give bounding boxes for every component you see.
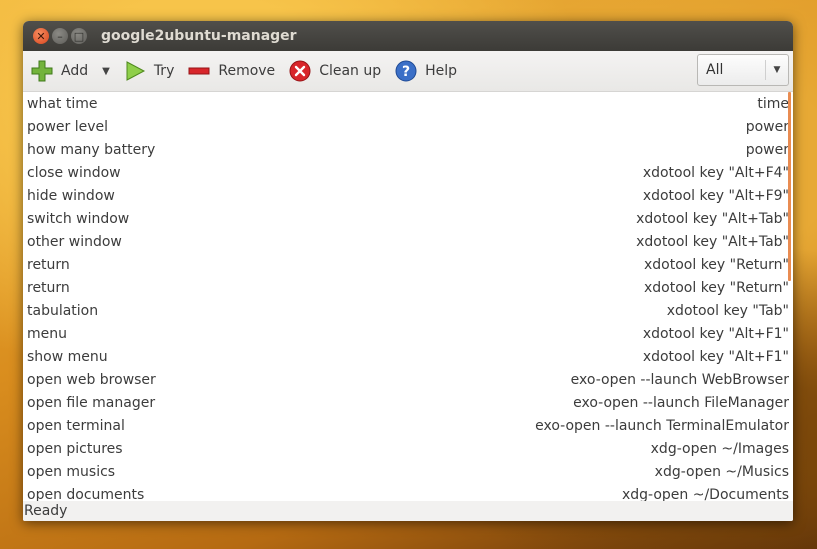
table-row[interactable]: open documents xdg-open ~/Documents: [23, 483, 793, 502]
command-action: xdg-open ~/Documents: [621, 486, 789, 502]
minimize-window-button[interactable]: –: [52, 28, 68, 44]
command-action: exo-open --launch TerminalEmulator: [535, 417, 789, 434]
table-row[interactable]: open terminal exo-open --launch TerminalE…: [23, 414, 793, 437]
table-row[interactable]: other window xdotool key "Alt+Tab": [23, 230, 793, 253]
table-row[interactable]: menu xdotool key "Alt+F1": [23, 322, 793, 345]
command-phrase: close window: [27, 164, 121, 181]
filter-select-value: All: [706, 62, 724, 78]
command-phrase: hide window: [27, 187, 115, 204]
minimize-icon: –: [57, 29, 63, 43]
remove-button[interactable]: Remove: [188, 60, 275, 82]
plus-icon: [31, 60, 53, 82]
command-action: xdotool key "Alt+F1": [642, 325, 789, 342]
cleanup-button[interactable]: Clean up: [289, 60, 381, 82]
command-action: xdg-open ~/Images: [650, 440, 789, 457]
table-row[interactable]: how many battery power: [23, 138, 793, 161]
table-row[interactable]: return xdotool key "Return": [23, 253, 793, 276]
command-phrase: power level: [27, 118, 109, 135]
command-action: xdotool key "Alt+F4": [642, 164, 789, 181]
close-icon: ✕: [36, 29, 46, 43]
command-phrase: open pictures: [27, 440, 123, 457]
status-bar: Ready: [23, 501, 793, 521]
svg-text:?: ?: [402, 64, 410, 80]
command-phrase: open web browser: [27, 371, 156, 388]
command-phrase: open documents: [27, 486, 145, 502]
command-phrase: show menu: [27, 348, 108, 365]
help-button-label: Help: [425, 63, 458, 79]
command-phrase: switch window: [27, 210, 130, 227]
command-phrase: open musics: [27, 463, 116, 480]
clear-icon: [289, 60, 311, 82]
window-title: google2ubuntu-manager: [101, 28, 297, 44]
command-phrase: tabulation: [27, 302, 99, 319]
play-icon: [126, 61, 145, 81]
scrollbar[interactable]: [788, 92, 791, 281]
chevron-down-icon: ▼: [773, 65, 781, 75]
command-action: xdotool key "Alt+F9": [642, 187, 789, 204]
command-phrase: what time: [27, 95, 98, 112]
command-phrase: return: [27, 256, 70, 273]
command-phrase: return: [27, 279, 70, 296]
window-controls: ✕ – □: [33, 28, 87, 44]
add-button-label: Add: [61, 63, 89, 79]
command-phrase: open file manager: [27, 394, 156, 411]
table-row[interactable]: return xdotool key "Return": [23, 276, 793, 299]
try-button[interactable]: Try: [124, 60, 175, 82]
command-phrase: other window: [27, 233, 122, 250]
command-action: xdotool key "Alt+Tab": [636, 210, 789, 227]
command-action: xdotool key "Alt+Tab": [636, 233, 789, 250]
command-action: exo-open --launch FileManager: [573, 394, 789, 411]
table-row[interactable]: open web browser exo-open --launch WebBro…: [23, 368, 793, 391]
table-row[interactable]: open musics xdg-open ~/Musics: [23, 460, 793, 483]
command-action: xdotool key "Alt+F1": [642, 348, 789, 365]
command-phrase: menu: [27, 325, 67, 342]
table-row[interactable]: show menu xdotool key "Alt+F1": [23, 345, 793, 368]
command-action: exo-open --launch WebBrowser: [570, 371, 789, 388]
app-window: ✕ – □ google2ubuntu-manager Add ▼ Try Re…: [23, 21, 793, 521]
maximize-icon: □: [73, 29, 85, 43]
toolbar: Add ▼ Try Remove Clean up ? Help: [23, 51, 793, 92]
table-row[interactable]: close window xdotool key "Alt+F4": [23, 161, 793, 184]
close-window-button[interactable]: ✕: [33, 28, 49, 44]
command-action: xdotool key "Tab": [666, 302, 789, 319]
command-action: xdotool key "Return": [644, 256, 789, 273]
command-list: what time time power level power how many ba…: [23, 92, 793, 501]
filter-select[interactable]: All ▼: [697, 54, 789, 86]
command-action: xdg-open ~/Musics: [654, 463, 789, 480]
add-button[interactable]: Add ▼: [31, 60, 110, 82]
minus-icon: [188, 67, 210, 75]
command-phrase: open terminal: [27, 417, 125, 434]
title-bar: ✕ – □ google2ubuntu-manager: [23, 21, 793, 51]
help-button[interactable]: ? Help: [395, 60, 457, 82]
command-action: time: [757, 95, 789, 112]
table-row[interactable]: hide window xdotool key "Alt+F9": [23, 184, 793, 207]
command-phrase: how many battery: [27, 141, 156, 158]
maximize-window-button[interactable]: □: [71, 28, 87, 44]
command-action: xdotool key "Return": [644, 279, 789, 296]
try-button-label: Try: [153, 63, 175, 79]
command-action: power: [745, 118, 789, 135]
remove-button-label: Remove: [218, 63, 276, 79]
table-row[interactable]: switch window xdotool key "Alt+Tab": [23, 207, 793, 230]
table-row[interactable]: power level power: [23, 115, 793, 138]
table-row[interactable]: open file manager exo-open --launch FileM…: [23, 391, 793, 414]
help-icon: ?: [395, 60, 417, 82]
status-text: Ready: [24, 503, 68, 519]
cleanup-button-label: Clean up: [319, 63, 382, 79]
table-row[interactable]: open pictures xdg-open ~/Images: [23, 437, 793, 460]
table-row[interactable]: what time time: [23, 92, 793, 115]
command-action: power: [745, 141, 789, 158]
table-row[interactable]: tabulation xdotool key "Tab": [23, 299, 793, 322]
add-dropdown-arrow-icon[interactable]: ▼: [102, 66, 110, 77]
